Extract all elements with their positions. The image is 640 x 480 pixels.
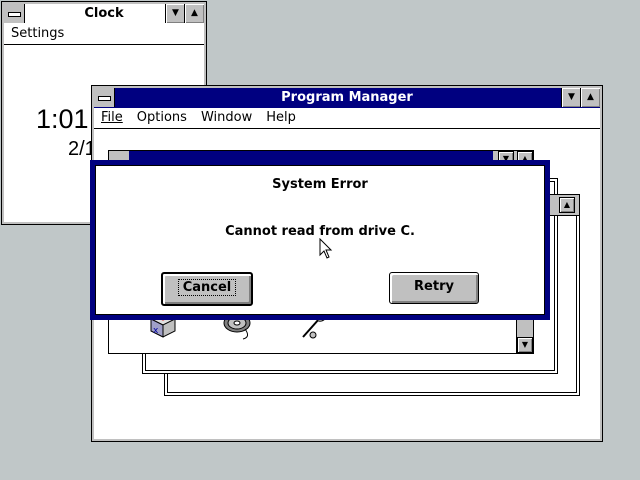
- clock-maximize-arrow-icon[interactable]: ▲: [184, 4, 204, 23]
- menu-file[interactable]: File: [94, 108, 130, 128]
- menu-window[interactable]: Window: [194, 108, 259, 128]
- program-manager-title: Program Manager: [281, 90, 413, 105]
- cancel-button-label: Cancel: [177, 279, 237, 296]
- program-manager-titlebar[interactable]: Program Manager ▼ ▲: [94, 88, 600, 109]
- clock-menu-settings[interactable]: Settings: [4, 24, 71, 44]
- clock-menubar: Settings: [4, 24, 204, 45]
- dialog-message: Cannot read from drive C.: [225, 224, 415, 239]
- program-manager-system-menu-icon[interactable]: [94, 88, 115, 107]
- clock-title: Clock: [84, 6, 124, 21]
- dialog-title: System Error: [272, 177, 368, 192]
- menu-options[interactable]: Options: [130, 108, 194, 128]
- retry-button[interactable]: Retry: [389, 272, 479, 304]
- menu-help[interactable]: Help: [259, 108, 303, 128]
- clock-titlebar[interactable]: Clock ▼ ▲: [4, 4, 204, 25]
- program-manager-menubar: File Options Window Help: [94, 108, 600, 129]
- mouse-pointer-icon: [319, 237, 333, 260]
- svg-text:x: x: [153, 326, 159, 336]
- retry-button-label: Retry: [414, 279, 454, 294]
- group-scroll-up-icon[interactable]: ▲: [559, 197, 575, 213]
- cancel-button[interactable]: Cancel: [161, 272, 253, 306]
- program-manager-minimize-arrow-icon[interactable]: ▼: [561, 88, 581, 107]
- clock-time: 1:01: [36, 104, 89, 134]
- clock-system-menu-icon[interactable]: [4, 4, 25, 23]
- clock-minimize-arrow-icon[interactable]: ▼: [165, 4, 185, 23]
- program-manager-maximize-arrow-icon[interactable]: ▲: [580, 88, 600, 107]
- group-scroll-down-icon[interactable]: ▼: [517, 337, 533, 353]
